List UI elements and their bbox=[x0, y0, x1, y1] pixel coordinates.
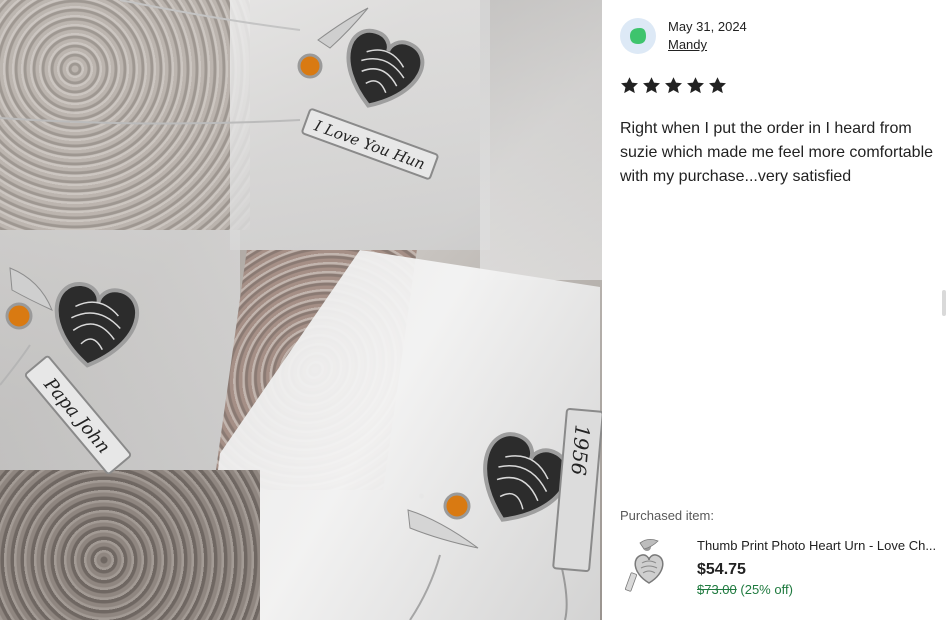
star-rating bbox=[620, 76, 727, 95]
original-price-row: $73.00 (25% off) bbox=[697, 582, 793, 597]
scroll-edge bbox=[942, 290, 946, 316]
engraving-3: 1956 bbox=[566, 424, 594, 477]
reviewer-avatar[interactable] bbox=[620, 18, 656, 54]
star-icon bbox=[621, 77, 638, 94]
star-icon bbox=[709, 77, 726, 94]
purchased-item-thumbnail[interactable] bbox=[620, 533, 678, 595]
star-icon bbox=[665, 77, 682, 94]
urn-pendant-thumbnail bbox=[620, 533, 678, 595]
leaf-avatar-icon bbox=[630, 28, 646, 44]
heart-pendant bbox=[346, 28, 425, 108]
discount-percent: (25% off) bbox=[740, 582, 793, 597]
star-icon bbox=[643, 77, 660, 94]
review-photo[interactable]: I Love You Hun Papa John 1956 bbox=[0, 0, 602, 620]
heart-pendant bbox=[54, 282, 139, 368]
purchased-item-title-link[interactable]: Thumb Print Photo Heart Urn - Love Ch... bbox=[697, 538, 946, 553]
engraving-2: Papa John bbox=[39, 373, 114, 457]
review-date: May 31, 2024 bbox=[668, 19, 747, 34]
star-icon bbox=[687, 77, 704, 94]
review-text: Right when I put the order in I heard fr… bbox=[620, 120, 934, 185]
reviewer-name-link[interactable]: Mandy bbox=[668, 37, 707, 52]
pendant-illustration: I Love You Hun Papa John 1956 bbox=[0, 0, 602, 620]
sale-price: $54.75 bbox=[697, 561, 746, 578]
purchased-item-label: Purchased item: bbox=[620, 508, 714, 523]
original-price: $73.00 bbox=[697, 582, 737, 597]
